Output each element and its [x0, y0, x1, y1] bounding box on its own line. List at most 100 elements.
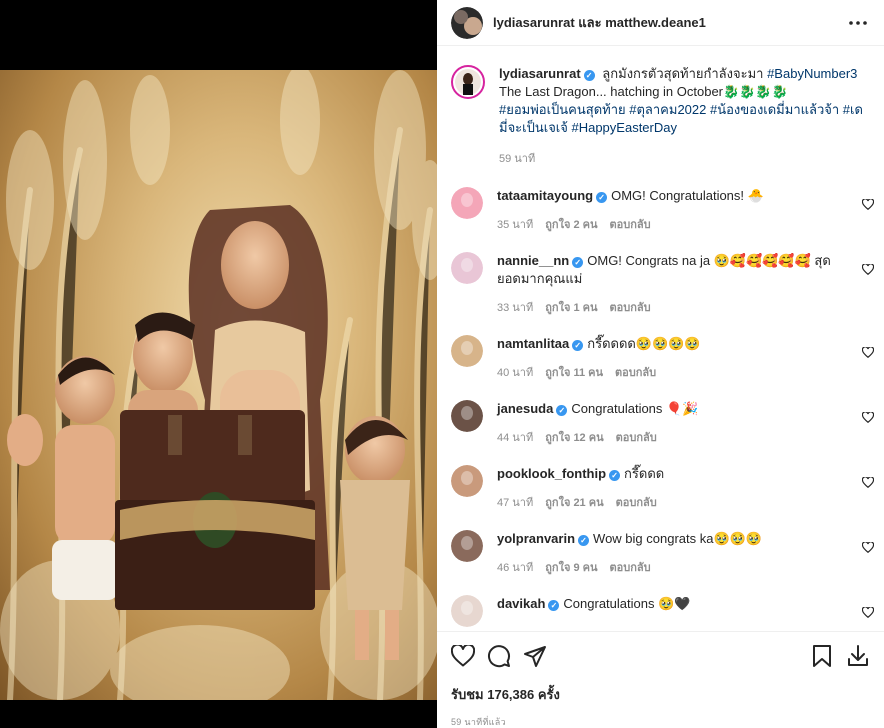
- comment-username[interactable]: namtanlitaa: [497, 336, 569, 351]
- avatar-face: [461, 193, 473, 207]
- header-avatar[interactable]: [451, 6, 483, 39]
- verified-icon: ✓: [583, 70, 595, 81]
- comment-meta: 44 นาที ถูกใจ 12 คน ตอบกลับ: [497, 428, 846, 446]
- comment-text: tataamitayoung ✓ OMG! Congratulations! 🐣: [497, 187, 846, 205]
- avatar-face: [461, 406, 473, 420]
- avatar-icon: [451, 335, 483, 367]
- bookmark-icon: [813, 645, 831, 667]
- share-button[interactable]: [523, 644, 547, 668]
- reply-button[interactable]: ตอบกลับ: [610, 215, 651, 233]
- comment-likes[interactable]: ถูกใจ 12 คน: [545, 428, 603, 446]
- avatar-icon: [451, 252, 483, 284]
- comment-text: namtanlitaa ✓ กรี๊ดดดด🥹🥹🥹🥹: [497, 335, 846, 353]
- more-horizontal-icon: [849, 20, 867, 25]
- verified-icon: ✓: [572, 257, 584, 268]
- comment-username[interactable]: janesuda: [497, 401, 553, 416]
- save-button[interactable]: [810, 644, 834, 668]
- comment-likes[interactable]: ถูกใจ 9 คน: [545, 558, 597, 576]
- verified-icon: ✓: [572, 340, 584, 351]
- like-comment-button[interactable]: [861, 540, 875, 558]
- comment-username[interactable]: pooklook_fonthip: [497, 466, 606, 481]
- comment-text: yolpranvarin ✓ Wow big congrats ka🥹🥹🥹: [497, 530, 846, 548]
- verified-icon: ✓: [596, 192, 608, 203]
- comments-list[interactable]: lydiasarunrat ✓ ลูกมังกรตัวสุดท้ายกำลังจะ…: [437, 47, 884, 631]
- comment-avatar[interactable]: [451, 465, 483, 497]
- comment-username[interactable]: tataamitayoung: [497, 188, 593, 203]
- verified-icon: ✓: [578, 535, 590, 546]
- reply-button[interactable]: ตอบกลับ: [615, 363, 656, 381]
- avatar-icon: [451, 530, 483, 562]
- caption-line-2: The Last Dragon... hatching in October🐉🐉…: [499, 84, 788, 99]
- comment-item: namtanlitaa ✓ กรี๊ดดดด🥹🥹🥹🥹 40 นาที ถูกใจ 1…: [437, 335, 884, 381]
- comment-text: nannie__nn ✓ OMG! Congrats na ja 🥹🥰🥰🥰🥰🥰 สุ…: [497, 252, 846, 288]
- comment-username[interactable]: yolpranvarin: [497, 531, 575, 546]
- comment-meta: 35 นาที ถูกใจ 2 คน ตอบกลับ: [497, 215, 846, 233]
- comment-item: davikah ✓ Congratulations 🥹🖤: [437, 595, 884, 627]
- post-viewer: lydiasarunrat และ matthew.deane1 lydiasa…: [0, 0, 884, 728]
- comment-button[interactable]: [487, 644, 511, 668]
- avatar-icon: [451, 6, 483, 39]
- comment-time: 44 นาที: [497, 432, 534, 444]
- avatar-icon: [451, 595, 483, 627]
- like-comment-button[interactable]: [861, 605, 875, 623]
- download-button[interactable]: [846, 644, 870, 668]
- comment-icon: [488, 645, 510, 668]
- caption-text: lydiasarunrat ✓ ลูกมังกรตัวสุดท้ายกำลังจะ…: [499, 65, 870, 137]
- reply-button[interactable]: ตอบกลับ: [616, 493, 657, 511]
- like-comment-button[interactable]: [861, 475, 875, 493]
- like-comment-button[interactable]: [861, 410, 875, 428]
- like-button[interactable]: [451, 644, 475, 668]
- comment-body: Wow big congrats ka🥹🥹🥹: [593, 531, 763, 546]
- comment-username[interactable]: davikah: [497, 596, 545, 611]
- comment-body: กรี๊ดดด: [624, 466, 665, 481]
- like-comment-button[interactable]: [861, 262, 875, 280]
- heart-icon: [861, 263, 875, 276]
- comment-avatar[interactable]: [451, 400, 483, 432]
- heart-icon: [861, 606, 875, 619]
- caption-username[interactable]: lydiasarunrat: [499, 66, 581, 81]
- header-usernames[interactable]: lydiasarunrat และ matthew.deane1: [493, 12, 846, 33]
- post-photo[interactable]: [0, 70, 437, 700]
- comment-avatar[interactable]: [451, 595, 483, 627]
- share-icon: [524, 646, 546, 667]
- hashtag-links[interactable]: #ยอมพ่อเป็นคนสุดท้าย #ตุลาคม2022 #น้องขอ…: [499, 102, 863, 135]
- comment-likes[interactable]: ถูกใจ 1 คน: [545, 298, 597, 316]
- comment-avatar[interactable]: [451, 530, 483, 562]
- comment-item: yolpranvarin ✓ Wow big congrats ka🥹🥹🥹 46 น…: [437, 530, 884, 576]
- heart-icon: [861, 346, 875, 359]
- avatar-face: [461, 601, 473, 615]
- avatar-face: [461, 341, 473, 355]
- comment-meta: 47 นาที ถูกใจ 21 คน ตอบกลับ: [497, 493, 846, 511]
- caption-main-text: ลูกมังกรตัวสุดท้ายกำลังจะมา: [602, 66, 764, 81]
- comment-time: 33 นาที: [497, 302, 534, 314]
- comment-text: janesuda ✓ Congratulations 🎈🎉: [497, 400, 846, 418]
- comment-body: กรี๊ดดดด🥹🥹🥹🥹: [587, 336, 701, 351]
- comment-likes[interactable]: ถูกใจ 11 คน: [545, 363, 603, 381]
- verified-icon: ✓: [548, 600, 560, 611]
- comment-text: pooklook_fonthip ✓ กรี๊ดดด: [497, 465, 846, 483]
- avatar-face: [461, 536, 473, 550]
- reply-button[interactable]: ตอบกลับ: [610, 558, 651, 576]
- verified-icon: ✓: [609, 470, 621, 481]
- like-comment-button[interactable]: [861, 197, 875, 215]
- comment-likes[interactable]: ถูกใจ 21 คน: [545, 493, 603, 511]
- hashtag-link[interactable]: #BabyNumber3: [767, 66, 857, 81]
- caption-avatar[interactable]: [451, 65, 485, 99]
- comment-time: 35 นาที: [497, 219, 534, 231]
- comment-avatar[interactable]: [451, 335, 483, 367]
- heart-icon: [861, 476, 875, 489]
- comment-avatar[interactable]: [451, 252, 483, 284]
- reply-button[interactable]: ตอบกลับ: [616, 428, 657, 446]
- more-options-button[interactable]: [846, 11, 870, 35]
- post-header: lydiasarunrat และ matthew.deane1: [437, 0, 884, 46]
- heart-icon: [861, 411, 875, 424]
- comment-avatar[interactable]: [451, 187, 483, 219]
- like-comment-button[interactable]: [861, 345, 875, 363]
- caption-time: 59 นาที: [499, 153, 536, 165]
- comment-username[interactable]: nannie__nn: [497, 253, 569, 268]
- comment-likes[interactable]: ถูกใจ 2 คน: [545, 215, 597, 233]
- heart-icon: [861, 198, 875, 211]
- avatar-icon: [455, 69, 481, 95]
- comment-text: davikah ✓ Congratulations 🥹🖤: [497, 595, 846, 613]
- reply-button[interactable]: ตอบกลับ: [610, 298, 651, 316]
